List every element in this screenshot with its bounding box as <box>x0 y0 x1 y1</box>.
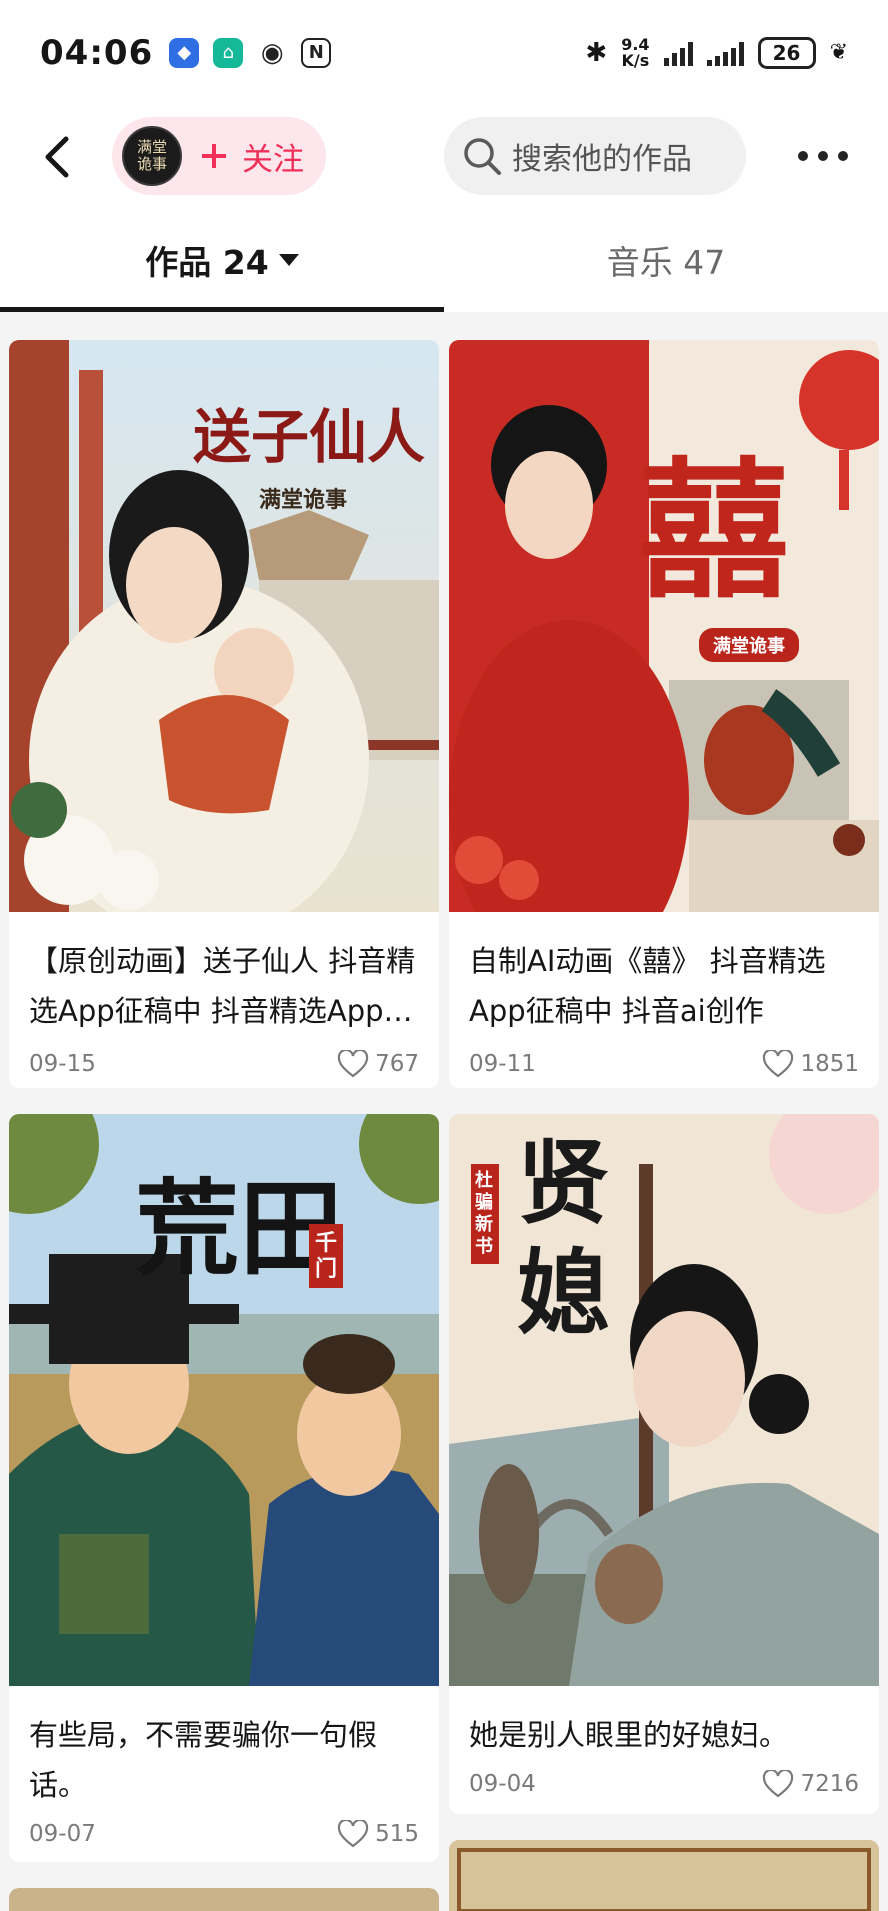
video-title: 有些局，不需要骗你一句假话。 <box>29 1718 378 1802</box>
like-count[interactable]: 7216 <box>762 1770 859 1798</box>
back-arrow-icon[interactable] <box>36 133 80 181</box>
status-time: 04:06 <box>40 32 154 73</box>
cover-subtitle: 满堂诡事 <box>259 487 348 513</box>
video-card[interactable]: 送子仙人 满堂诡事 【原创动画】送子仙人 抖音精选App征稿中 抖音精选App征… <box>9 340 439 1088</box>
battery-indicator: 26 <box>757 36 816 69</box>
signal-strength-1-icon <box>663 40 693 66</box>
follow-label: 关注 <box>242 141 304 178</box>
follow-button[interactable]: 满堂 诡事 关注 <box>112 117 326 195</box>
heart-icon <box>763 1770 794 1798</box>
video-card[interactable]: 囍 满堂诡事 自制AI动画《囍》 抖音精选App征稿中 抖音ai创作 09-11… <box>449 340 879 1088</box>
video-date: 09-04 <box>469 1771 536 1797</box>
video-title: 自制AI动画《囍》 抖音精选App征稿中 抖音ai创作 <box>469 944 826 1028</box>
video-thumbnail[interactable]: 送子仙人 满堂诡事 <box>9 340 439 912</box>
cover-subtitle: 杜骗新书 <box>471 1164 499 1264</box>
signal-strength-2-icon <box>706 40 744 66</box>
video-meta: 09-04 7216 <box>469 1770 859 1798</box>
tab-works[interactable]: 作品 24 <box>0 207 444 312</box>
like-count[interactable]: 515 <box>337 1820 419 1848</box>
video-meta: 09-15 767 <box>29 1050 419 1078</box>
leaf-icon: ❦ <box>829 40 848 65</box>
tab-music[interactable]: 音乐 47 <box>444 207 888 312</box>
cover-subtitle: 千门 <box>309 1224 343 1288</box>
cover-title: 送子仙人 <box>193 403 426 471</box>
video-card[interactable] <box>449 1840 879 1911</box>
heart-icon <box>763 1050 794 1078</box>
network-speed: 9.4 K/s <box>621 34 650 70</box>
video-card[interactable] <box>9 1888 439 1911</box>
video-title: 她是别人眼里的好媳妇。 <box>469 1718 789 1752</box>
shield-app-icon: ◆ <box>169 37 200 68</box>
search-input[interactable]: 搜索他的作品 <box>444 117 746 195</box>
caret-down-icon <box>278 253 299 266</box>
video-thumbnail[interactable]: 贤媳 杜骗新书 <box>449 1114 879 1686</box>
video-date: 09-15 <box>29 1051 96 1077</box>
eye-icon: ◉ <box>260 37 284 68</box>
cover-subtitle: 满堂诡事 <box>699 628 799 662</box>
nfc-icon: N <box>301 37 332 68</box>
status-bar: 04:06 ◆ ⌂ ◉ N ✱ 9.4 K/s 26 ❦ <box>0 0 888 105</box>
more-options-icon[interactable] <box>798 139 848 173</box>
like-count[interactable]: 767 <box>337 1050 419 1078</box>
active-tab-indicator <box>0 307 444 312</box>
plus-icon <box>202 144 226 168</box>
video-thumbnail[interactable]: 荒田 千门 <box>9 1114 439 1686</box>
profile-works-page: 04:06 ◆ ⌂ ◉ N ✱ 9.4 K/s 26 ❦ 满堂 诡事 关注 搜索… <box>0 0 888 1911</box>
video-date: 09-11 <box>469 1051 536 1077</box>
video-thumbnail[interactable]: 囍 满堂诡事 <box>449 340 879 912</box>
heart-icon <box>337 1820 369 1848</box>
search-icon <box>464 138 501 175</box>
video-card[interactable]: 贤媳 杜骗新书 她是别人眼里的好媳妇。 09-04 7216 <box>449 1114 879 1814</box>
video-meta: 09-11 1851 <box>469 1050 859 1078</box>
bluetooth-icon: ✱ <box>585 37 608 68</box>
home-app-icon: ⌂ <box>213 37 244 68</box>
cover-title: 贤媳 <box>517 1129 610 1347</box>
profile-header: 满堂 诡事 关注 搜索他的作品 <box>0 105 888 207</box>
like-count[interactable]: 1851 <box>762 1050 859 1078</box>
cover-title: 囍 <box>639 443 790 619</box>
heart-icon <box>337 1050 369 1078</box>
video-date: 09-07 <box>29 1821 96 1847</box>
avatar[interactable]: 满堂 诡事 <box>122 126 182 186</box>
content-tabs: 作品 24 音乐 47 <box>0 207 888 312</box>
video-title: 【原创动画】送子仙人 抖音精选App征稿中 抖音精选App征稿中 <box>29 944 416 1028</box>
search-placeholder: 搜索他的作品 <box>512 142 692 177</box>
video-card[interactable]: 荒田 千门 有些局，不需要骗你一句假话。 09-07 515 <box>9 1114 439 1862</box>
video-meta: 09-07 515 <box>29 1820 419 1848</box>
